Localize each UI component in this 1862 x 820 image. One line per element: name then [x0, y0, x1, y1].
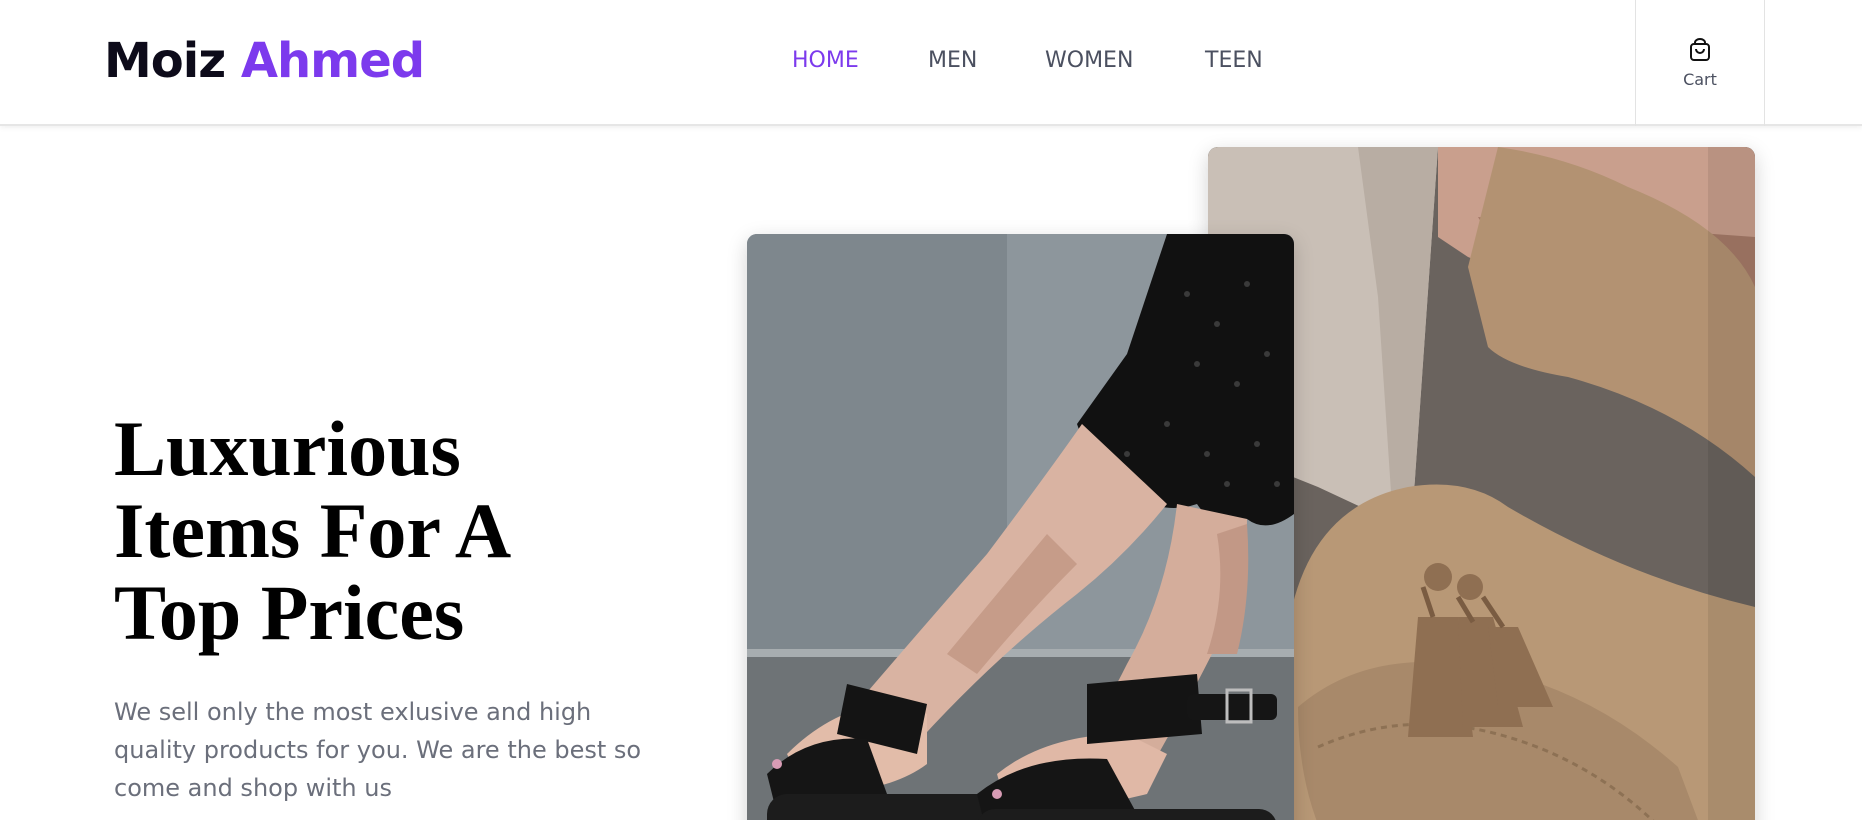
hero-title-line: Luxurious: [114, 405, 461, 492]
nav-item-men[interactable]: MEN: [928, 46, 977, 76]
cart-label: Cart: [1683, 69, 1717, 89]
hero-title-line: Items For A: [114, 487, 512, 574]
nav-item-home[interactable]: HOME: [792, 46, 859, 76]
hero-description: We sell only the most exlusive and high …: [114, 698, 642, 802]
site-header: Moiz Ahmed HOME MEN WOMEN TEEN Cart: [0, 0, 1862, 126]
hero-title: Luxurious Items For A Top Prices: [114, 408, 714, 654]
black-sandals-illustration: [747, 234, 1294, 820]
brand-logo[interactable]: Moiz Ahmed: [104, 30, 425, 92]
nav-item-teen[interactable]: TEEN: [1205, 46, 1263, 76]
shopping-bag-icon: [1690, 37, 1710, 61]
cart-button[interactable]: Cart: [1635, 0, 1765, 126]
brand-last-name: Ahmed: [240, 33, 425, 89]
nav-item-women[interactable]: WOMEN: [1045, 46, 1133, 76]
hero-title-line: Top Prices: [114, 569, 465, 656]
brand-first-name: Moiz: [104, 33, 226, 89]
black-sandals-photo: [747, 234, 1294, 820]
